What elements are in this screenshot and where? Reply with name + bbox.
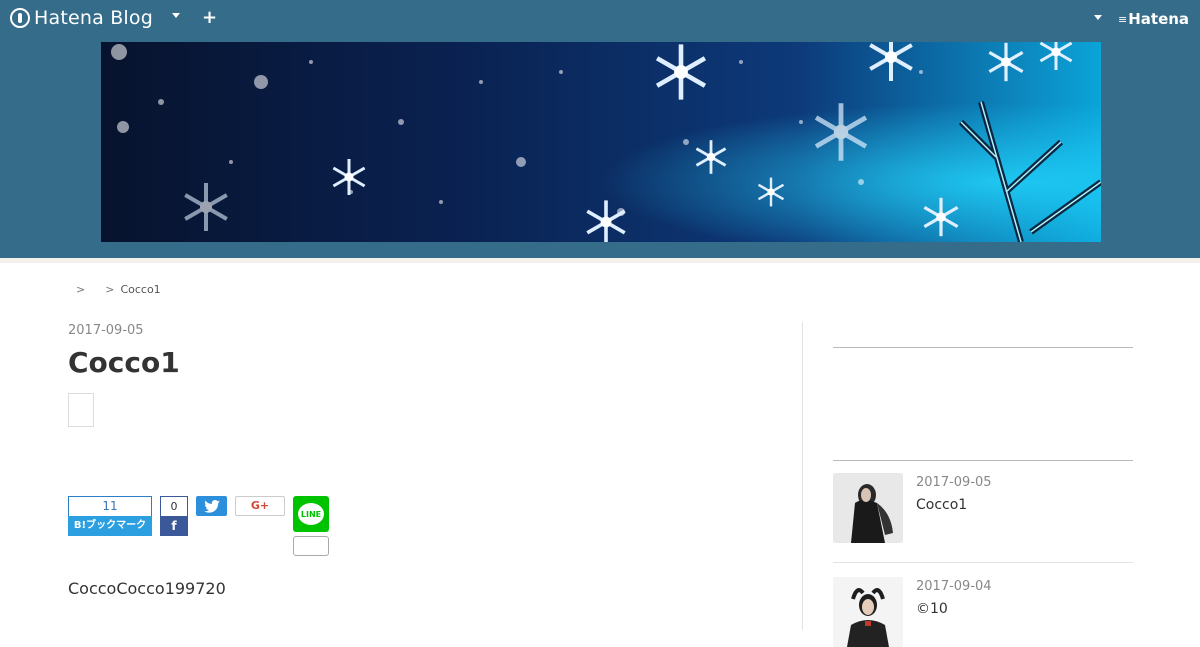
- line-icon: LINE: [298, 503, 324, 525]
- twitter-icon: [203, 499, 220, 513]
- chevron-down-icon[interactable]: [1094, 15, 1102, 20]
- brand-name: Hatena Blog: [34, 7, 153, 29]
- sidebar-entry-date: 2017-09-05: [916, 475, 992, 490]
- sidebar-entry-item[interactable]: 2017-09-05 Cocco1: [833, 473, 1133, 543]
- chevron-down-icon[interactable]: [172, 13, 180, 18]
- facebook-icon[interactable]: f: [160, 516, 188, 536]
- google-plus-button[interactable]: G+: [235, 496, 285, 516]
- sidebar-entry-title[interactable]: ©10: [916, 601, 948, 617]
- sidebar-entry-title[interactable]: Cocco1: [916, 497, 967, 513]
- breadcrumb-current[interactable]: Cocco1: [120, 283, 160, 296]
- plus-icon[interactable]: +: [202, 7, 217, 28]
- header-divider: [0, 258, 1200, 263]
- category-tag[interactable]: [68, 393, 94, 427]
- breadcrumb-separator: >: [76, 283, 86, 296]
- breadcrumb: > > Cocco1: [76, 283, 161, 296]
- hatena-bookmark-count[interactable]: 11: [68, 496, 152, 516]
- column-divider: [802, 322, 803, 630]
- hatena-bookmark-label[interactable]: B!ブックマーク: [68, 516, 152, 536]
- entry-body-text: CoccoCocco199720: [68, 579, 226, 598]
- hatena-bookmark-button[interactable]: 11 B!ブックマーク: [68, 496, 152, 536]
- header-banner-image[interactable]: [101, 42, 1101, 242]
- facebook-share-count: 0: [160, 496, 188, 516]
- facebook-share-button[interactable]: 0 f: [160, 496, 188, 536]
- global-header: Hatena Blog + ≡ Hatena: [0, 0, 1200, 40]
- entry-date[interactable]: 2017-09-05: [68, 323, 144, 338]
- line-share-count: [293, 536, 329, 556]
- sidebar-divider: [833, 460, 1133, 461]
- entry-title[interactable]: Cocco1: [68, 346, 180, 379]
- breadcrumb-separator: >: [105, 283, 115, 296]
- sidebar-divider: [833, 562, 1133, 563]
- entry-thumbnail[interactable]: [833, 473, 903, 543]
- twitter-share-button[interactable]: [196, 496, 227, 516]
- entry-thumbnail[interactable]: [833, 577, 903, 647]
- sidebar-entry-item[interactable]: 2017-09-04 ©10: [833, 577, 1133, 647]
- sidebar-divider: [833, 347, 1133, 348]
- hatena-blog-icon: [10, 8, 30, 28]
- hatena-logo-icon: ≡: [1118, 12, 1127, 26]
- hatena-blog-logo[interactable]: Hatena Blog: [10, 7, 153, 29]
- sidebar-entry-date: 2017-09-04: [916, 579, 992, 594]
- hatena-logo[interactable]: ≡ Hatena: [1118, 10, 1189, 28]
- line-share-button[interactable]: LINE: [293, 496, 329, 532]
